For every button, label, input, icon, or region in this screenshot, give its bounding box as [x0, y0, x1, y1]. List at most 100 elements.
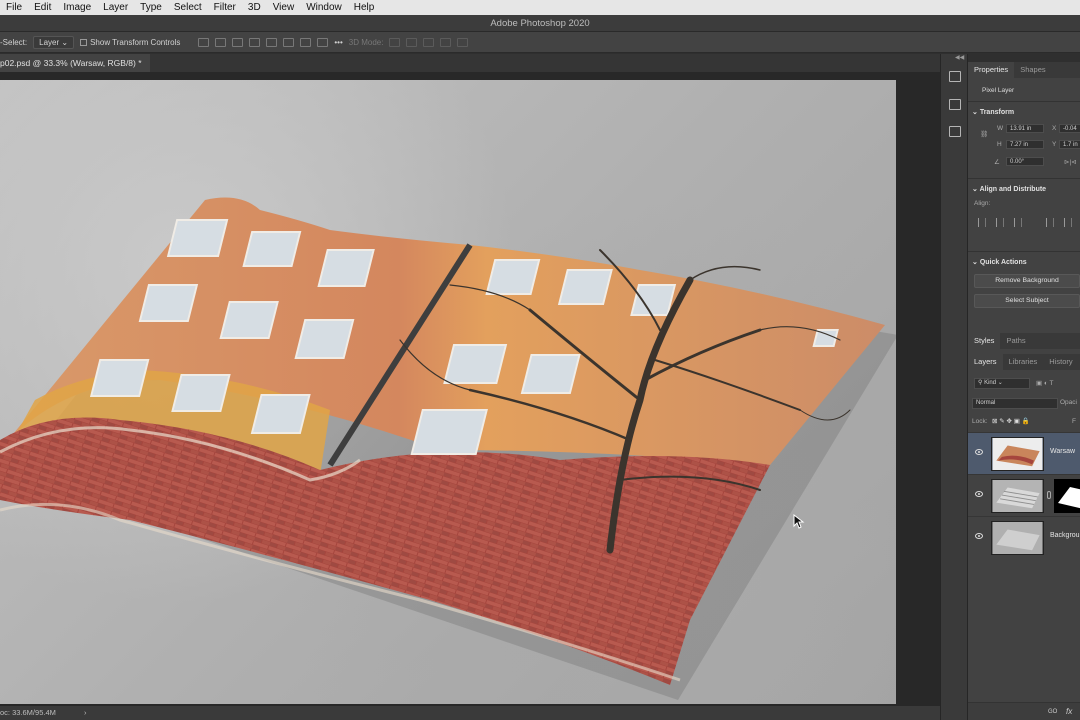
document-canvas[interactable] — [0, 80, 896, 704]
layer-row-displacement[interactable] — [968, 474, 1080, 516]
distribute-vertical-icon[interactable] — [249, 37, 261, 47]
menu-edit[interactable]: Edit — [28, 2, 57, 13]
height-label: H — [997, 141, 1002, 148]
document-tab[interactable]: p02.psd @ 33.3% (Warsaw, RGB/8) * — [0, 54, 150, 72]
menu-image[interactable]: Image — [57, 2, 97, 13]
mask-link-icon[interactable] — [1047, 491, 1051, 499]
adjustments-panel-icon[interactable] — [949, 99, 961, 110]
select-subject-button[interactable]: Select Subject — [974, 294, 1080, 308]
align-middle-icon[interactable] — [1064, 218, 1072, 227]
pan-3d-icon[interactable] — [423, 37, 435, 47]
fill-label: F — [1072, 418, 1076, 425]
transform-controls-checkbox[interactable]: Show Transform Controls — [80, 38, 180, 47]
align-bottom-edges-icon[interactable] — [300, 37, 312, 47]
tab-history[interactable]: History — [1043, 354, 1078, 370]
status-menu-arrow[interactable]: › — [84, 706, 87, 720]
layer-thumbnail-displacement — [991, 479, 1044, 513]
filter-icons[interactable]: ▣ ◐ T — [1036, 379, 1054, 387]
menu-file[interactable]: File — [0, 2, 28, 13]
blend-mode-dropdown[interactable]: Normal — [972, 398, 1058, 409]
y-field[interactable]: 1.7 in — [1059, 140, 1080, 149]
tab-properties[interactable]: Properties — [968, 62, 1015, 78]
scale-3d-icon[interactable] — [457, 37, 469, 47]
link-layers-icon[interactable]: GO — [1048, 709, 1057, 715]
divider — [968, 251, 1080, 252]
divider — [968, 101, 1080, 102]
roll-3d-icon[interactable] — [406, 37, 418, 47]
layer-name[interactable]: Backgrou — [1050, 532, 1080, 539]
visibility-eye-icon[interactable] — [975, 449, 983, 455]
align-horizontal-centers-icon[interactable] — [215, 37, 227, 47]
autoselect-dropdown[interactable]: Layer ⌄ — [33, 35, 75, 49]
remove-background-button[interactable]: Remove Background — [974, 274, 1080, 288]
document-tab-bar: p02.psd @ 33.3% (Warsaw, RGB/8) * — [0, 54, 940, 72]
x-field[interactable]: -0.04 — [1059, 124, 1080, 133]
opacity-label: Opaci — [1060, 399, 1077, 406]
warped-building-photo — [0, 197, 896, 700]
align-right-edges-icon[interactable] — [232, 37, 244, 47]
menu-bar: File Edit Image Layer Type Select Filter… — [0, 0, 1080, 15]
visibility-eye-icon[interactable] — [975, 533, 983, 539]
align-left-icon[interactable] — [978, 218, 986, 227]
collapse-panels-icon[interactable]: ◀◀ — [955, 54, 964, 61]
divider — [968, 178, 1080, 179]
height-field[interactable]: 7.27 in — [1006, 140, 1044, 149]
align-top-icon[interactable] — [1046, 218, 1054, 227]
flip-horizontal-icon[interactable]: ⊳|⊲ — [1064, 158, 1077, 166]
angle-icon: ∠ — [994, 159, 1000, 166]
menu-help[interactable]: Help — [348, 2, 381, 13]
layer-filter-dropdown[interactable]: ⚲ Kind ⌄ — [974, 378, 1030, 389]
menu-filter[interactable]: Filter — [208, 2, 242, 13]
menu-window[interactable]: Window — [300, 2, 348, 13]
transform-title[interactable]: ⌄ Transform — [972, 108, 1014, 116]
align-center-icon[interactable] — [996, 218, 1004, 227]
tab-styles[interactable]: Styles — [968, 333, 1001, 349]
layer-mask-thumbnail[interactable] — [1054, 479, 1080, 513]
tab-shapes[interactable]: Shapes — [1014, 62, 1051, 78]
menu-view[interactable]: View — [267, 2, 301, 13]
layer-thumbnail-warsaw — [991, 437, 1044, 471]
lock-icons[interactable]: ⊠ ✎ ✥ ▣ 🔒 — [992, 417, 1030, 425]
align-top-edges-icon[interactable] — [266, 37, 278, 47]
autoselect-label: -Select: — [0, 37, 28, 47]
menu-3d[interactable]: 3D — [242, 2, 267, 13]
grid-panel-icon[interactable] — [949, 71, 961, 82]
layers-tabs: Layers Libraries History — [968, 354, 1080, 370]
align-vertical-centers-icon[interactable] — [283, 37, 295, 47]
panel-icon-strip — [940, 54, 968, 720]
angle-field[interactable]: 0.00° — [1006, 157, 1044, 166]
align-right-icon[interactable] — [1014, 218, 1022, 227]
pointer-cursor-icon — [793, 514, 805, 529]
x-label: X — [1052, 125, 1057, 132]
width-label: W — [997, 125, 1004, 132]
width-field[interactable]: 13.91 in — [1006, 124, 1044, 133]
quick-actions-title-text: Quick Actions — [979, 259, 1027, 266]
swatches-panel-icon[interactable] — [949, 126, 961, 137]
menu-layer[interactable]: Layer — [97, 2, 134, 13]
tab-libraries[interactable]: Libraries — [1003, 354, 1044, 370]
layer-row-background[interactable]: Backgrou — [968, 516, 1080, 558]
align-title-text: Align and Distribute — [979, 186, 1047, 193]
menu-type[interactable]: Type — [134, 2, 168, 13]
layers-footer: GO fx — [968, 702, 1080, 720]
align-title[interactable]: ⌄ Align and Distribute — [972, 185, 1046, 193]
menu-select[interactable]: Select — [168, 2, 208, 13]
lock-label: Lock: — [972, 418, 988, 425]
align-label: Align: — [974, 200, 991, 207]
status-bar: oc: 33.6M/95.4M › — [0, 706, 940, 720]
tab-layers[interactable]: Layers — [968, 354, 1003, 370]
layer-name[interactable]: Warsaw — [1050, 448, 1075, 455]
link-proportions-icon[interactable]: ⛓ — [980, 130, 988, 138]
slide-3d-icon[interactable] — [440, 37, 452, 47]
align-left-edges-icon[interactable] — [198, 37, 210, 47]
visibility-eye-icon[interactable] — [975, 491, 983, 497]
more-options-button[interactable]: ••• — [334, 38, 342, 47]
workspace — [0, 72, 940, 706]
tab-paths[interactable]: Paths — [1000, 333, 1031, 349]
layer-row-warsaw[interactable]: Warsaw — [968, 432, 1080, 474]
layer-thumbnail-background — [991, 521, 1044, 555]
distribute-horizontal-icon[interactable] — [317, 37, 329, 47]
fx-button[interactable]: fx — [1066, 707, 1072, 716]
orbit-3d-icon[interactable] — [389, 37, 401, 47]
quick-actions-title[interactable]: ⌄ Quick Actions — [972, 258, 1027, 266]
